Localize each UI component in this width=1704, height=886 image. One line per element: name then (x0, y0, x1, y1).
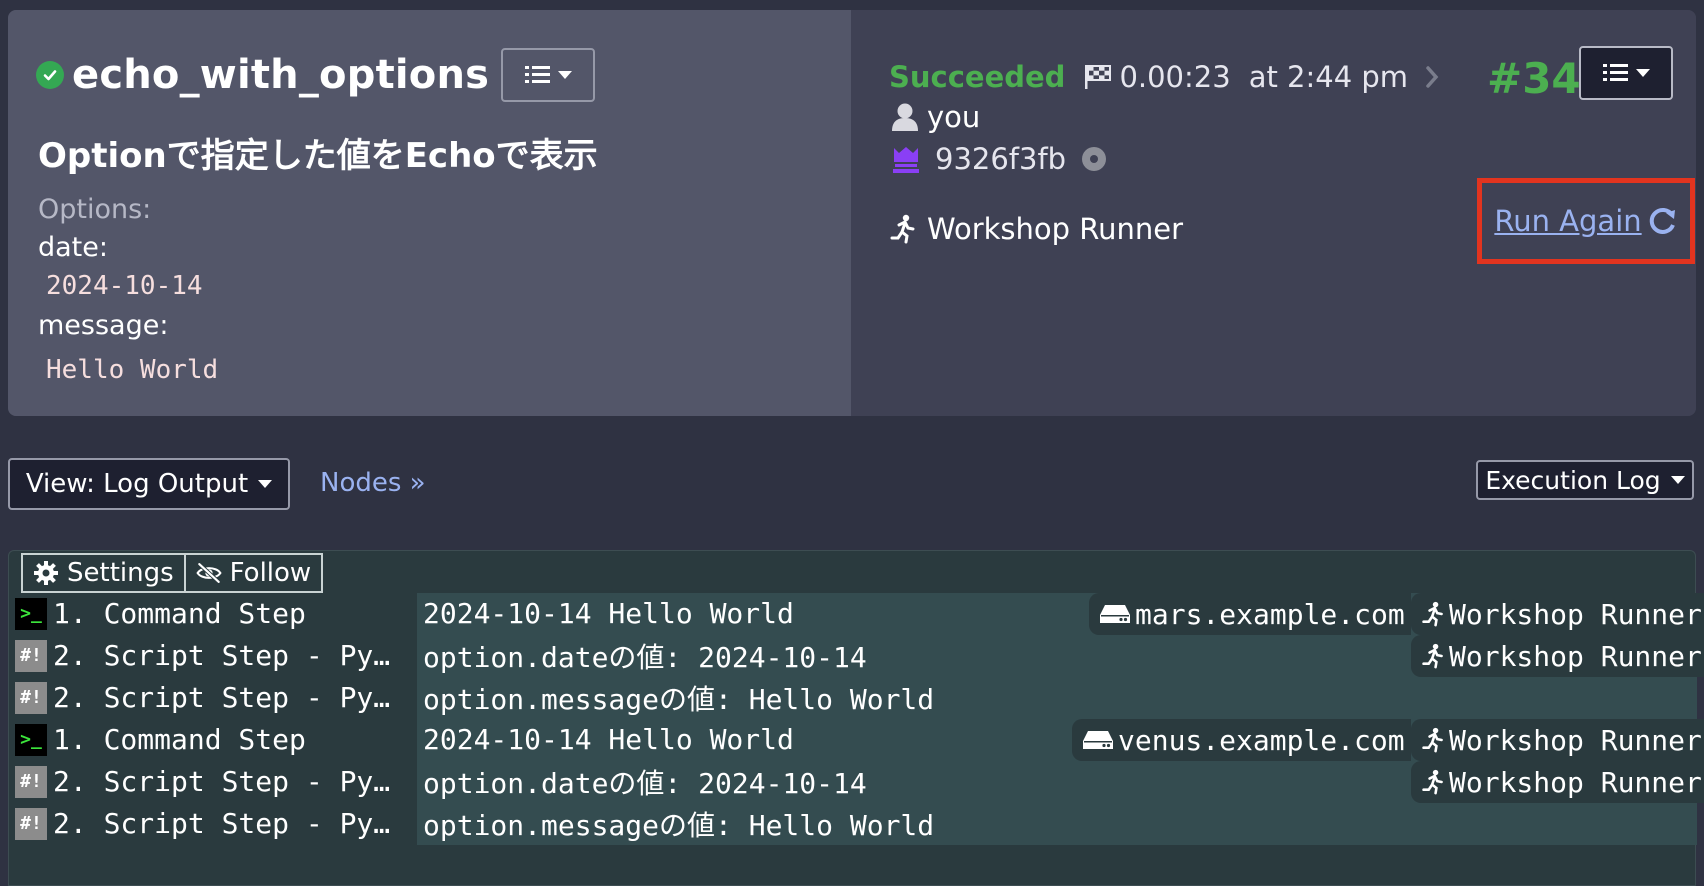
caret-down-icon (1670, 476, 1685, 484)
option-message-value: Hello World (46, 355, 219, 385)
user-icon (892, 103, 918, 131)
list-icon (1603, 64, 1628, 81)
run-again-highlight: Run Again (1477, 178, 1695, 264)
execution-duration: 0.00:23 (1119, 60, 1231, 94)
execution-time: at 2:44 pm (1248, 60, 1409, 94)
command-step-icon: >_ (15, 723, 47, 756)
checkered-flag-icon (1085, 65, 1112, 89)
job-info-panel: echo_with_options Optionで指定した値をEchoで表示 O… (8, 10, 851, 416)
step-label: 2. Script Step - Py… (53, 681, 391, 714)
step-cell[interactable]: #! 2. Script Step - Py… (15, 760, 417, 803)
runner-label: Workshop Runner (1449, 639, 1702, 673)
step-label: 1. Command Step (53, 597, 306, 630)
script-step-icon: #! (15, 807, 47, 840)
step-cell[interactable]: #! 2. Script Step - Py… (15, 676, 417, 719)
job-title-row: echo_with_options (36, 48, 596, 102)
script-step-icon: #! (15, 639, 47, 672)
runner-chip: Workshop Runner (1411, 761, 1704, 803)
success-check-icon (36, 61, 64, 89)
running-person-icon (1422, 727, 1443, 753)
step-cell[interactable]: >_ 1. Command Step (15, 592, 417, 635)
runner-chip: Workshop Runner (1411, 635, 1704, 677)
follow-label: Follow (229, 558, 312, 588)
redo-icon (1649, 207, 1675, 234)
step-cell[interactable]: >_ 1. Command Step (15, 718, 417, 761)
option-message-name: message: (38, 310, 169, 341)
script-step-icon: #! (15, 765, 47, 798)
nodes-link[interactable]: Nodes » (320, 468, 426, 498)
log-row: #! 2. Script Step - Py… option.messageの値… (15, 802, 1697, 845)
server-icon (1083, 731, 1113, 749)
runner-chip: Workshop Runner (1411, 719, 1704, 761)
list-icon (525, 66, 551, 83)
job-actions-menu-button[interactable] (501, 48, 596, 102)
view-mode-dropdown[interactable]: View: Log Output (8, 458, 290, 510)
status-label: Succeeded (889, 60, 1066, 94)
option-date-value: 2024-10-14 (46, 271, 203, 301)
script-step-icon: #! (15, 681, 47, 714)
caret-down-icon (1636, 69, 1650, 77)
command-step-icon: >_ (15, 597, 47, 630)
run-again-link[interactable]: Run Again (1494, 204, 1677, 238)
log-message: option.messageの値: Hello World (417, 802, 1697, 845)
runner-name: Workshop Runner (927, 212, 1184, 246)
runner-row: Workshop Runner (889, 212, 1183, 246)
caret-down-icon (558, 71, 573, 79)
log-row: #! 2. Script Step - Py… option.dateの値: 2… (15, 760, 1704, 803)
user-row: you (891, 100, 980, 134)
node-chip[interactable]: mars.example.com (1089, 593, 1411, 635)
log-row: >_ 1. Command Step 2024-10-14 Hello Worl… (15, 718, 1704, 761)
server-icon (1100, 605, 1130, 623)
run-again-label: Run Again (1494, 204, 1642, 238)
execution-log-label: Execution Log (1485, 465, 1661, 495)
running-person-icon (1422, 769, 1443, 795)
commit-id[interactable]: 9326f3fb (935, 142, 1066, 176)
running-person-icon (1422, 643, 1443, 669)
log-toolbar: Settings Follow (21, 553, 324, 593)
eye-slash-icon (196, 562, 222, 584)
node-name: mars.example.com (1135, 597, 1405, 631)
options-label: Options: (38, 194, 152, 225)
follow-button[interactable]: Follow (185, 553, 324, 593)
execution-header: echo_with_options Optionで指定した値をEchoで表示 O… (8, 10, 1696, 416)
log-row: #! 2. Script Step - Py… option.messageの値… (15, 676, 1697, 719)
execution-actions-menu-button[interactable] (1579, 46, 1673, 100)
step-label: 1. Command Step (53, 723, 306, 756)
gear-icon (34, 561, 58, 585)
runner-chip: Workshop Runner (1411, 593, 1704, 635)
step-cell[interactable]: #! 2. Script Step - Py… (15, 634, 417, 677)
project-crown-icon (893, 147, 919, 173)
step-label: 2. Script Step - Py… (53, 807, 391, 840)
chevron-right-icon[interactable] (1422, 63, 1442, 91)
runner-label: Workshop Runner (1449, 723, 1702, 757)
execution-info-panel: Succeeded 0.00:23 at 2:44 pm #34 you 932… (851, 10, 1696, 416)
running-person-icon (890, 214, 915, 244)
step-cell[interactable]: #! 2. Script Step - Py… (15, 802, 417, 845)
runner-label: Workshop Runner (1449, 765, 1702, 799)
runner-label: Workshop Runner (1449, 597, 1702, 631)
settings-button[interactable]: Settings (21, 553, 186, 593)
log-output-panel: Settings Follow >_ 1. Command Step 2024-… (8, 550, 1704, 886)
disc-icon[interactable] (1080, 145, 1108, 173)
settings-label: Settings (67, 558, 174, 588)
node-name: venus.example.com (1118, 723, 1405, 757)
log-message: option.messageの値: Hello World (417, 676, 1697, 719)
option-date-name: date: (38, 232, 108, 263)
execution-status-row: Succeeded 0.00:23 at 2:44 pm (889, 60, 1442, 94)
caret-down-icon (258, 480, 273, 488)
step-label: 2. Script Step - Py… (53, 639, 391, 672)
execution-log-dropdown[interactable]: Execution Log (1476, 460, 1694, 500)
log-rows: >_ 1. Command Step 2024-10-14 Hello Worl… (15, 592, 1704, 845)
view-mode-label: View: Log Output (25, 469, 249, 499)
execution-user: you (927, 100, 981, 134)
node-chip[interactable]: venus.example.com (1072, 719, 1411, 761)
log-row: >_ 1. Command Step 2024-10-14 Hello Worl… (15, 592, 1704, 635)
step-label: 2. Script Step - Py… (53, 765, 391, 798)
job-title[interactable]: echo_with_options (72, 52, 489, 98)
log-row: #! 2. Script Step - Py… option.dateの値: 2… (15, 634, 1704, 677)
commit-row: 9326f3fb (891, 142, 1108, 176)
running-person-icon (1422, 601, 1443, 627)
execution-number[interactable]: #34 (1487, 54, 1581, 103)
job-description: Optionで指定した値をEchoで表示 (38, 136, 598, 176)
